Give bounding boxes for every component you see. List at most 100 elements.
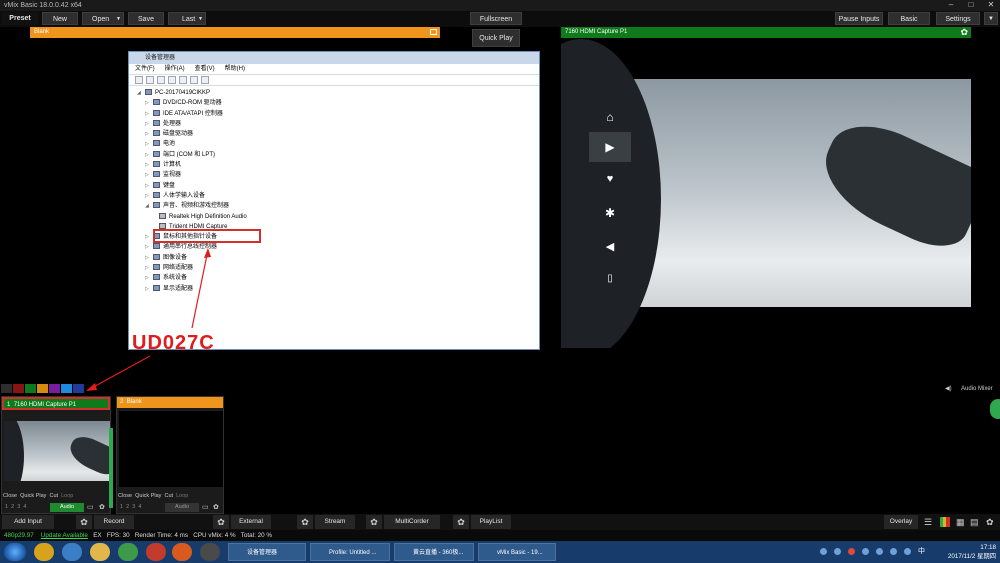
input-2-slots: 1 2 3 4 (120, 504, 141, 510)
tray-icon[interactable] (848, 548, 855, 555)
input-2-quickplay[interactable]: Quick Play (135, 493, 161, 499)
input-1-thumbnail (4, 421, 110, 481)
tray-icon[interactable] (834, 548, 841, 555)
taskbar-icon-app3[interactable] (146, 543, 166, 561)
thumbnail-object (65, 431, 110, 479)
thumbnail-dark-edge (4, 421, 24, 481)
taskbar-icon-app4[interactable] (200, 543, 220, 561)
tray-icon[interactable] (904, 548, 911, 555)
arrowhead-device (204, 248, 211, 258)
multicorder-button[interactable]: MultiCorder (384, 515, 440, 529)
input-1-close[interactable]: Close (3, 493, 17, 499)
arrow-to-device (191, 249, 209, 329)
input-2-title: Blank (126, 399, 142, 405)
taskbar-item-browser[interactable]: 黄云直播 - 360极... (394, 543, 474, 561)
taskbar-icon-app1[interactable] (34, 543, 54, 561)
input-2-audio-button[interactable]: Audio (165, 503, 199, 512)
input-1-audio-button[interactable]: Audio (50, 503, 84, 512)
monitor-icon[interactable]: ▭ (87, 503, 94, 511)
color-swatch[interactable] (61, 384, 72, 393)
taskbar-icon-app2[interactable] (118, 543, 138, 561)
input-2-header: 2 Blank (117, 397, 223, 408)
tray-icon[interactable] (876, 548, 883, 555)
input-1-title: 7160 HDMI Capture P1 (13, 402, 77, 408)
input-2-loop[interactable]: Loop (176, 493, 188, 499)
update-link[interactable]: Update Available (41, 532, 88, 539)
ex-label: EX (93, 532, 102, 539)
taskbar-item-device-manager[interactable]: 设备管理器 (228, 543, 306, 561)
slot-3[interactable]: 3 (132, 504, 135, 510)
tray-icon[interactable] (890, 548, 897, 555)
clock[interactable]: 17:18 2017/11/2 星期四 (940, 543, 996, 561)
slot-3[interactable]: 3 (17, 504, 20, 510)
arrow-to-input (87, 355, 151, 391)
cpu-label: CPU vMix: 4 % (193, 532, 236, 539)
input-1-audio-meter (109, 428, 113, 508)
input-2-close[interactable]: Close (118, 493, 132, 499)
gear-icon[interactable]: ✿ (76, 515, 92, 529)
input-2-controls: Close Quick Play Cut Loop (118, 493, 188, 499)
render-time-label: Render Time: 4 ms (134, 532, 189, 539)
fps-label: FPS: 30 (106, 532, 130, 539)
monitor-icon[interactable]: ▭ (202, 503, 209, 511)
gear-icon[interactable]: ✿ (297, 515, 313, 529)
add-input-button[interactable]: Add Input (2, 515, 54, 529)
gear-icon[interactable]: ✿ (99, 503, 105, 511)
color-swatch[interactable] (37, 384, 48, 393)
taskbar-item-vmix[interactable]: vMix Basic - 19... (478, 543, 556, 561)
taskbar-icon-ie[interactable] (62, 543, 82, 561)
ime-indicator[interactable]: 中 (918, 546, 925, 556)
external-button[interactable]: External (231, 515, 271, 529)
color-swatch[interactable] (13, 384, 24, 393)
slot-2[interactable]: 2 (11, 504, 14, 510)
input-1-header: 1 7160 HDMI Capture P1 (2, 397, 110, 410)
taskbar-icon-firefox[interactable] (172, 543, 192, 561)
slot-1[interactable]: 1 (120, 504, 123, 510)
taskbar-icon-folder[interactable] (90, 543, 110, 561)
tray-icon[interactable] (862, 548, 869, 555)
slot-1[interactable]: 1 (5, 504, 8, 510)
slot-4[interactable]: 4 (23, 504, 26, 510)
arrowhead-input (86, 383, 97, 391)
status-bar: 480p29.97 Update Available EX FPS: 30 Re… (0, 530, 1000, 541)
clock-date: 2017/11/2 星期四 (947, 553, 996, 560)
grid-view-icon[interactable]: ▦ (956, 517, 965, 528)
input-1-cut[interactable]: Cut (49, 493, 58, 499)
gear-icon[interactable]: ✿ (366, 515, 382, 529)
gear-icon[interactable]: ✿ (213, 515, 229, 529)
input-2[interactable]: 2 Blank Close Quick Play Cut Loop 1 2 3 … (116, 396, 224, 514)
taskbar-item-profile[interactable]: Profile: Untitled ... (310, 543, 390, 561)
layout-view-icon[interactable]: ▤ (970, 517, 979, 528)
color-swatch[interactable] (49, 384, 60, 393)
settings-view-icon[interactable]: ✿ (986, 517, 994, 528)
playlist-button[interactable]: PlayList (471, 515, 511, 529)
audio-mixer-label[interactable]: Audio Mixer (961, 386, 993, 392)
record-button[interactable]: Record (94, 515, 134, 529)
audio-bars-icon[interactable] (940, 517, 950, 527)
overlay-button[interactable]: Overlay (884, 515, 918, 529)
slot-4[interactable]: 4 (138, 504, 141, 510)
input-1-quickplay[interactable]: Quick Play (20, 493, 46, 499)
input-2-number: 2 (120, 399, 124, 405)
speaker-icon[interactable]: ◀) (945, 385, 952, 392)
color-swatch[interactable] (25, 384, 36, 393)
input-1-controls: Close Quick Play Cut Loop (3, 493, 73, 499)
slot-2[interactable]: 2 (126, 504, 129, 510)
start-button[interactable] (4, 543, 26, 561)
audio-mixer-toggle[interactable] (990, 399, 1000, 419)
color-swatch[interactable] (73, 384, 84, 393)
list-view-icon[interactable]: ☰ (924, 517, 932, 528)
input-1-number: 1 (7, 402, 11, 408)
input-2-cut[interactable]: Cut (164, 493, 173, 499)
input-1[interactable]: 1 7160 HDMI Capture P1 Close Quick Play … (1, 396, 111, 514)
input-1-loop[interactable]: Loop (61, 493, 73, 499)
total-label: Total: 20 % (240, 532, 272, 539)
resolution-label[interactable]: 480p29.97 (4, 532, 34, 539)
gear-icon[interactable]: ✿ (213, 503, 219, 511)
stream-button[interactable]: Stream (315, 515, 355, 529)
color-swatch[interactable] (1, 384, 12, 393)
tray-icon[interactable] (820, 548, 827, 555)
annotation-label: UD027C (132, 332, 215, 354)
input-2-thumbnail (119, 411, 223, 487)
gear-icon[interactable]: ✿ (453, 515, 469, 529)
